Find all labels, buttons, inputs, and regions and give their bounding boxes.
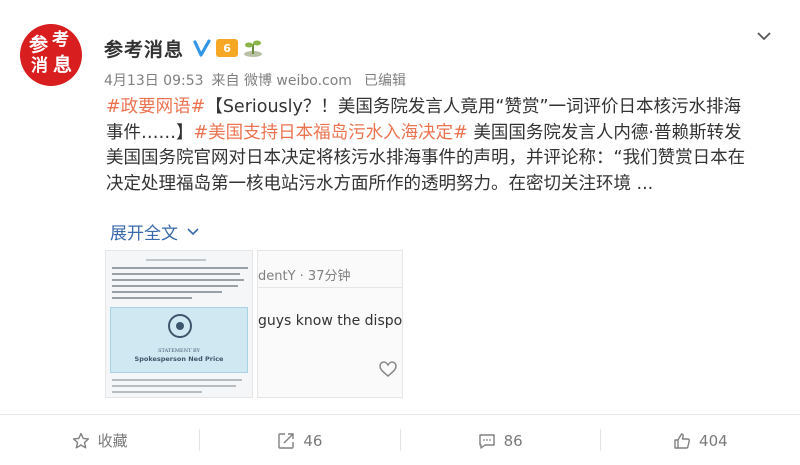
thumbs-up-icon (674, 432, 691, 449)
level-badge: 6 (216, 39, 239, 57)
comment-user: dentY · 37分钟 (258, 269, 351, 284)
comment-count: 86 (503, 431, 523, 450)
chevron-down-icon (187, 227, 199, 235)
topic-tag-fukushima[interactable]: #美国支持日本福岛污水入海决定# (194, 123, 468, 143)
topic-tag-politics[interactable]: #政要网语# (106, 97, 205, 117)
edited-label[interactable]: 已编辑 (364, 70, 406, 90)
chevron-down-icon[interactable] (756, 28, 772, 44)
expand-full-text-link[interactable]: 展开全文 (110, 219, 200, 244)
level-number: 6 (223, 41, 231, 55)
post-source: 来自 微博 weibo.com (211, 73, 352, 89)
comment-text: guys know the disposed (258, 313, 403, 329)
card-spokesperson-name: Spokesperson Ned Price (134, 355, 224, 363)
favorite-button[interactable]: 收藏 (0, 415, 199, 465)
comment-button[interactable]: 86 (401, 415, 600, 465)
author-badges: 6 (192, 38, 264, 58)
favorite-label: 收藏 (97, 432, 128, 450)
plant-icon (244, 40, 263, 57)
verified-icon (193, 39, 212, 57)
text-line (112, 379, 242, 381)
avatar-glyph: 消 (31, 56, 48, 76)
text-line (112, 273, 240, 275)
action-bar: 收藏 46 86 404 (0, 414, 800, 465)
comment-icon (478, 433, 495, 449)
text-line (112, 297, 192, 299)
image-thumbnail-comment[interactable]: dentY · 37分钟 guys know the disposed (257, 250, 403, 398)
avatar-glyph: 息 (53, 54, 73, 76)
star-icon (72, 432, 89, 448)
seal-icon (168, 314, 192, 338)
post-header: 参考消息 6 (104, 35, 264, 62)
text-line (146, 259, 206, 261)
text-line (112, 267, 248, 269)
post-date[interactable]: 4月13日 09:53 (104, 70, 204, 90)
image-thumbnail-statement[interactable]: STATEMENT BY Spokesperson Ned Price (105, 250, 253, 398)
avatar-glyph: 考 (52, 30, 69, 50)
repost-count: 46 (303, 431, 323, 450)
repost-button[interactable]: 46 (200, 415, 399, 465)
text-line (112, 291, 222, 293)
text-line (112, 285, 238, 287)
post-meta: 4月13日 09:53 来自 微博 weibo.com 已编辑 (104, 70, 406, 90)
author-name[interactable]: 参考消息 (104, 35, 184, 62)
like-button[interactable]: 404 (601, 415, 800, 465)
avatar-glyph: 参 (29, 34, 49, 56)
divider (258, 287, 402, 288)
heart-icon (379, 361, 397, 377)
expand-label: 展开全文 (110, 224, 178, 244)
post-content: #政要网语#【Seriously？！美国务院发言人竟用“赞赏”一词评价日本核污水… (106, 95, 746, 197)
avatar[interactable]: 参 考 消 息 (20, 24, 82, 86)
statement-card: STATEMENT BY Spokesperson Ned Price (110, 307, 248, 373)
repost-icon (278, 432, 295, 449)
card-statement-label: STATEMENT BY (158, 348, 200, 354)
like-count: 404 (699, 431, 728, 450)
text-line (112, 385, 236, 387)
text-line (112, 391, 202, 393)
text-line (112, 279, 244, 281)
media-gallery: STATEMENT BY Spokesperson Ned Price dent… (105, 250, 403, 398)
